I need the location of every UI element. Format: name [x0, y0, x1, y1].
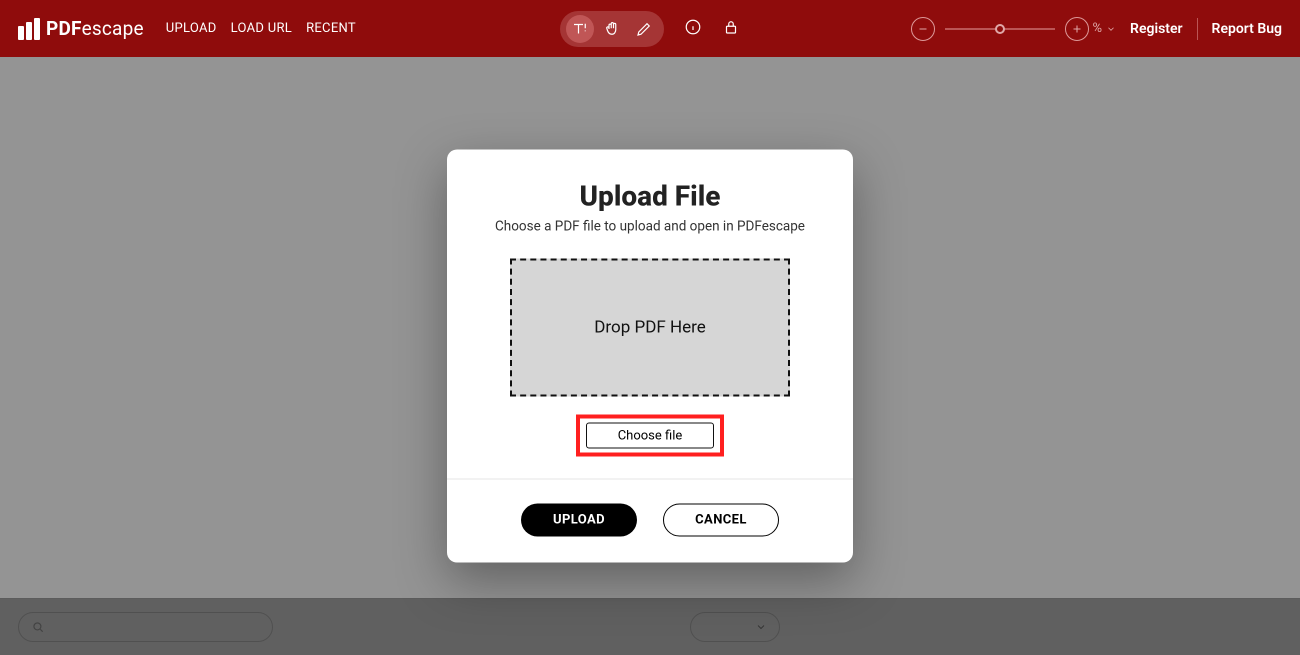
modal-title: Upload File — [447, 180, 853, 213]
topbar-right: % Register Report Bug — [911, 17, 1282, 41]
cancel-button[interactable]: CANCEL — [663, 504, 779, 537]
nav-upload[interactable]: UPLOAD — [166, 21, 217, 36]
zoom-in-button[interactable] — [1065, 17, 1089, 41]
modal-subtitle: Choose a PDF file to upload and open in … — [447, 219, 853, 235]
choose-file-highlight: Choose file — [576, 415, 724, 457]
zoom-controls: % — [911, 17, 1117, 41]
minus-icon — [917, 23, 929, 35]
plus-icon — [1071, 23, 1083, 35]
zoom-percent-label: % — [1093, 21, 1103, 36]
nav: UPLOAD LOAD URL RECENT — [166, 21, 356, 36]
zoom-out-button[interactable] — [911, 17, 935, 41]
nav-load-url[interactable]: LOAD URL — [231, 21, 292, 36]
modal-separator — [447, 479, 853, 480]
chevron-down-icon — [1106, 24, 1116, 34]
divider — [1197, 18, 1198, 40]
upload-file-modal: Upload File Choose a PDF file to upload … — [447, 150, 853, 563]
workspace: Upload File Choose a PDF file to upload … — [0, 57, 1300, 655]
topbar: PDFescape UPLOAD LOAD URL RECENT — [0, 0, 1300, 57]
logo-icon — [18, 18, 40, 40]
dropzone-label: Drop PDF Here — [594, 318, 705, 338]
zoom-percent-dropdown[interactable]: % — [1093, 21, 1117, 36]
hand-tool-button[interactable] — [598, 15, 626, 43]
tool-pill — [560, 11, 664, 47]
toolbar-center — [560, 11, 740, 47]
pdf-dropzone[interactable]: Drop PDF Here — [510, 259, 790, 397]
info-button[interactable] — [684, 18, 702, 40]
nav-recent[interactable]: RECENT — [306, 21, 356, 36]
choose-file-button[interactable]: Choose file — [586, 423, 714, 449]
logo-text: PDFescape — [46, 17, 144, 40]
draw-tool-button[interactable] — [630, 15, 658, 43]
info-icon — [684, 18, 702, 36]
upload-button[interactable]: UPLOAD — [521, 504, 637, 537]
hand-icon — [603, 20, 621, 38]
modal-actions: UPLOAD CANCEL — [447, 504, 853, 537]
report-bug-link[interactable]: Report Bug — [1212, 21, 1282, 37]
zoom-slider[interactable] — [945, 28, 1055, 30]
lock-icon — [722, 18, 740, 36]
brand-light: escape — [82, 17, 144, 40]
logo[interactable]: PDFescape — [18, 17, 144, 40]
brand-strong: PDF — [46, 17, 82, 40]
text-tool-icon — [571, 20, 589, 38]
lock-button[interactable] — [722, 18, 740, 40]
zoom-slider-handle[interactable] — [995, 24, 1005, 34]
register-link[interactable]: Register — [1130, 21, 1183, 37]
pencil-icon — [635, 20, 653, 38]
text-tool-button[interactable] — [566, 15, 594, 43]
